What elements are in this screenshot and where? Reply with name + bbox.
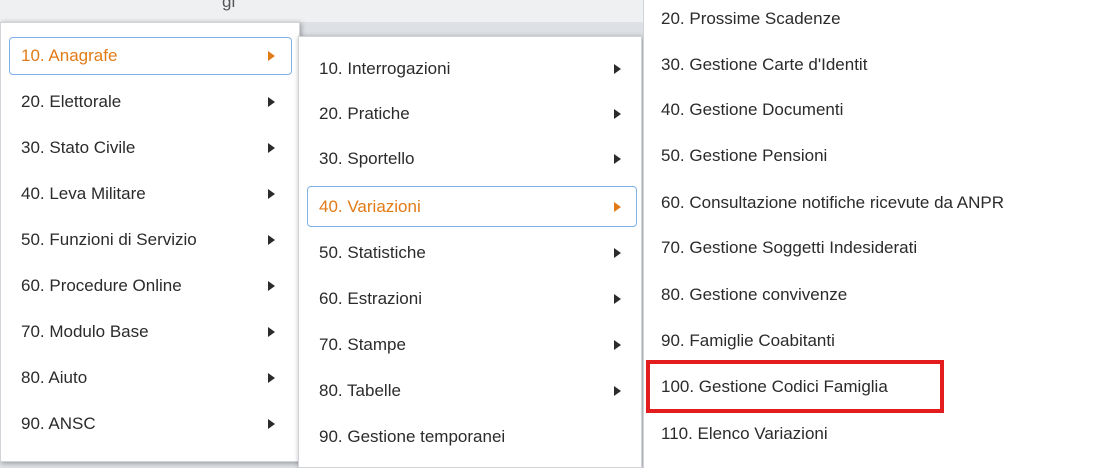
menu-item-variazioni[interactable]: 40. Variazioni <box>307 186 637 227</box>
menu-item-label: 30. Gestione Carte d'Identit <box>661 55 868 74</box>
menu-item-famiglie-coabitanti[interactable]: 90. Famiglie Coabitanti <box>649 322 1099 360</box>
menu-item-label: 80. Tabelle <box>319 381 401 400</box>
menu-item-label: 70. Modulo Base <box>21 322 149 341</box>
menu-item-label: 60. Estrazioni <box>319 289 422 308</box>
menu-item-label: 30. Stato Civile <box>21 138 136 157</box>
menu-item-stato-civile[interactable]: 30. Stato Civile <box>9 129 292 167</box>
anagrafe-submenu: 10. Interrogazioni 20. Pratiche 30. Spor… <box>298 36 642 468</box>
menu-item-label: 50. Statistiche <box>319 243 426 262</box>
background-window-strip: gi <box>0 0 650 22</box>
menu-item-consultazione-notifiche-anpr[interactable]: 60. Consultazione notifiche ricevute da … <box>649 184 1099 222</box>
menu-item-label: 90. Gestione temporanei <box>319 427 506 446</box>
submenu-arrow-icon <box>614 386 621 396</box>
menu-item-label: 30. Sportello <box>319 149 415 168</box>
menu-item-label: 20. Prossime Scadenze <box>661 9 841 28</box>
menu-item-label: 90. Famiglie Coabitanti <box>661 331 835 350</box>
submenu-arrow-icon <box>614 294 621 304</box>
main-menu: 10. Anagrafe 20. Elettorale 30. Stato Ci… <box>0 22 300 462</box>
menu-item-ansc[interactable]: 90. ANSC <box>9 405 292 443</box>
menu-item-label: 50. Gestione Pensioni <box>661 146 828 165</box>
submenu-arrow-icon <box>268 235 275 245</box>
submenu-arrow-icon <box>268 373 275 383</box>
menu-item-gestione-documenti[interactable]: 40. Gestione Documenti <box>649 91 1099 129</box>
menu-item-label: 20. Elettorale <box>21 92 122 111</box>
menu-item-leva-militare[interactable]: 40. Leva Militare <box>9 175 292 213</box>
menu-item-label: 40. Variazioni <box>319 197 421 216</box>
submenu-arrow-icon <box>268 143 275 153</box>
menu-item-label: 40. Leva Militare <box>21 184 146 203</box>
submenu-arrow-icon <box>268 189 275 199</box>
menu-item-prossime-scadenze[interactable]: 20. Prossime Scadenze <box>649 0 1099 38</box>
menu-item-tabelle[interactable]: 80. Tabelle <box>307 372 637 410</box>
menu-item-elenco-variazioni[interactable]: 110. Elenco Variazioni <box>649 415 1099 453</box>
menu-item-label: 110. Elenco Variazioni <box>661 424 828 443</box>
menu-item-procedure-online[interactable]: 60. Procedure Online <box>9 267 292 305</box>
submenu-arrow-icon <box>614 64 621 74</box>
menu-item-sportello[interactable]: 30. Sportello <box>307 140 637 178</box>
submenu-arrow-icon <box>268 327 275 337</box>
menu-item-gestione-pensioni[interactable]: 50. Gestione Pensioni <box>649 137 1099 175</box>
menu-item-label: 90. ANSC <box>21 414 96 433</box>
menu-item-label: 80. Aiuto <box>21 368 88 387</box>
submenu-arrow-icon <box>614 248 621 258</box>
submenu-arrow-icon <box>614 340 621 350</box>
menu-item-stampe[interactable]: 70. Stampe <box>307 326 637 364</box>
menu-item-gestione-convivenze[interactable]: 80. Gestione convivenze <box>649 276 1099 314</box>
submenu-arrow-icon <box>268 419 275 429</box>
annotation-highlight-box <box>646 360 944 413</box>
submenu-arrow-icon <box>268 281 275 291</box>
menu-item-label: 80. Gestione convivenze <box>661 285 848 304</box>
background-partial-text: gi <box>222 0 236 11</box>
submenu-arrow-icon <box>614 154 621 164</box>
submenu-arrow-icon <box>614 202 621 212</box>
menu-item-anagrafe[interactable]: 10. Anagrafe <box>9 37 292 75</box>
menu-item-gestione-soggetti-indesiderati[interactable]: 70. Gestione Soggetti Indesiderati <box>649 229 1099 267</box>
submenu-arrow-icon <box>268 97 275 107</box>
menu-item-label: 50. Funzioni di Servizio <box>21 230 197 249</box>
submenu-arrow-icon <box>268 51 275 61</box>
menu-item-label: 20. Pratiche <box>319 104 410 123</box>
menu-item-estrazioni[interactable]: 60. Estrazioni <box>307 280 637 318</box>
menu-item-statistiche[interactable]: 50. Statistiche <box>307 234 637 272</box>
menu-item-funzioni-di-servizio[interactable]: 50. Funzioni di Servizio <box>9 221 292 259</box>
menu-item-modulo-base[interactable]: 70. Modulo Base <box>9 313 292 351</box>
submenu-arrow-icon <box>614 109 621 119</box>
menu-item-label: 60. Consultazione notifiche ricevute da … <box>661 193 1005 212</box>
menu-item-label: 40. Gestione Documenti <box>661 100 844 119</box>
menu-item-label: 70. Stampe <box>319 335 406 354</box>
menu-item-label: 70. Gestione Soggetti Indesiderati <box>661 238 918 257</box>
menu-item-elettorale[interactable]: 20. Elettorale <box>9 83 292 121</box>
menu-item-label: 10. Interrogazioni <box>319 59 451 78</box>
menu-item-pratiche[interactable]: 20. Pratiche <box>307 95 637 133</box>
menu-item-gestione-temporanei[interactable]: 90. Gestione temporanei <box>307 418 637 456</box>
menu-item-gestione-carte-identita[interactable]: 30. Gestione Carte d'Identit <box>649 46 1099 84</box>
menu-item-label: 10. Anagrafe <box>21 46 118 65</box>
menu-item-label: 60. Procedure Online <box>21 276 182 295</box>
menu-item-aiuto[interactable]: 80. Aiuto <box>9 359 292 397</box>
menu-item-interrogazioni[interactable]: 10. Interrogazioni <box>307 50 637 88</box>
